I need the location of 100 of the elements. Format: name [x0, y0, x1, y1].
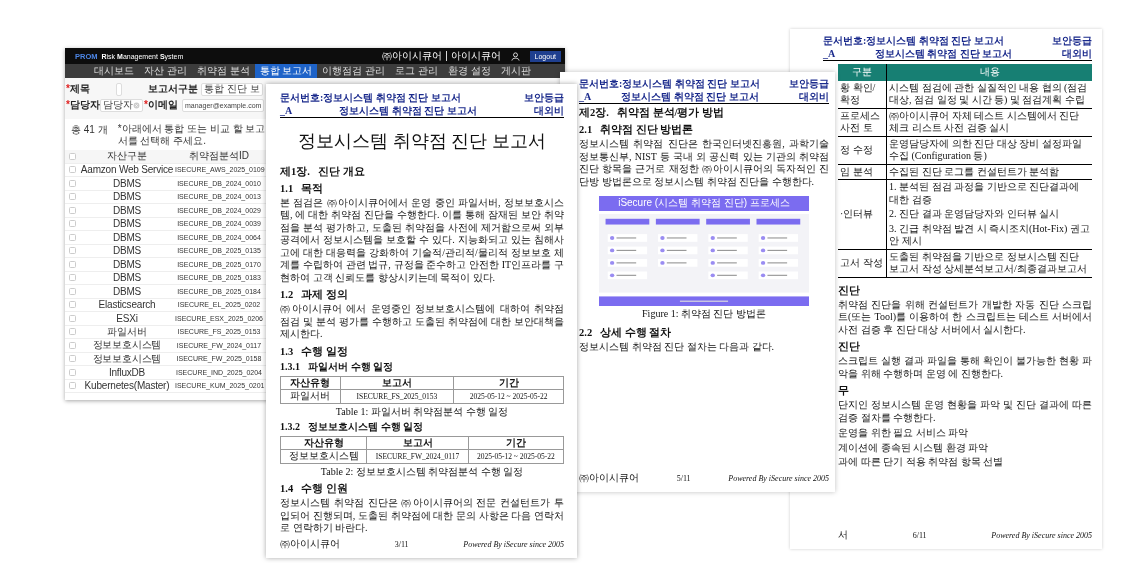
figure-caption: Figure 1: 취약점 진단 방법론 — [642, 307, 766, 321]
row-checkbox[interactable] — [68, 220, 76, 228]
row-checkbox[interactable] — [68, 260, 76, 268]
table-cell-text: 정보보호시스템 — [91, 338, 163, 353]
document-header-title: 정보시스템 취약점 진단 보고서 — [873, 47, 1014, 60]
table-header-cell: 구분 — [838, 64, 887, 81]
select-all-checkbox[interactable] — [68, 152, 76, 160]
document-number: 문서번호:정보시스템 취약점 진단 보고서 — [280, 92, 462, 105]
row-checkbox[interactable] — [68, 274, 76, 282]
table-cell: 고서 작성 — [838, 249, 887, 277]
table-cell: 파일서버 — [280, 389, 341, 403]
page-number: 5/11 — [676, 473, 691, 484]
section-heading: 과제 정의 — [301, 289, 348, 301]
nav-tab[interactable]: 게시판 — [495, 64, 536, 78]
clear-icon[interactable] — [133, 101, 140, 109]
section-heading: 상세 수행 절차 — [600, 327, 672, 339]
paragraph: 정보시스템 취약점 진단은 ㈜아이시큐어의 전문 컨설턴트가 투입되어 진행되며, 도출된 취약점에 대한 문의 사항은 다음 연락처로 연락하기 바란다. — [280, 497, 564, 535]
select-field[interactable]: 통합 진단 보 — [201, 82, 263, 96]
paragraph: 단지인 정보시스템 운영 현황을 파악 및 진단 결과에 따른 검증 절차를 수행한다. — [838, 399, 1092, 425]
table-cell-text: DBMS — [111, 245, 143, 257]
table-cell-text: Kubernetes(Master) — [83, 380, 171, 392]
paragraph: 취약점 진단을 위해 컨설턴트가 개발한 자동 진단 스크립트(또는 Tool)를 이용하여 한 스크립트는 테스트 서버에서 사전 검증 후 진단 대상 서버에서 실시한다. — [838, 298, 1092, 337]
document-title: 정보시스템 취약점 진단 보고서 — [297, 130, 547, 153]
table-cell-text: DBMS — [111, 177, 143, 189]
table-caption: Table 1: 파일서버 취약점분석 수행 일정 — [335, 405, 509, 418]
user-name: ㈜아이시큐어 | 아이시큐어 — [382, 49, 501, 63]
table-header-cell: 자산유형 — [280, 376, 341, 390]
result-count: 총 41 개 — [71, 123, 108, 137]
nav-tab[interactable]: 대시보드 — [89, 64, 139, 78]
table-cell-text: 정보보호시스템 — [91, 351, 163, 366]
section-number: 1.2 — [280, 289, 294, 301]
nav-tab[interactable]: 이행점검 관리 — [317, 64, 391, 78]
footer-company: 서 — [838, 528, 848, 541]
table-cell-text: DBMS — [111, 285, 143, 297]
section-heading: 목적 — [301, 182, 324, 194]
nav-tab[interactable]: 통합 보고서 — [254, 64, 318, 78]
section-heading: 무 — [838, 385, 849, 397]
field-label: *제목 — [66, 82, 91, 96]
table-cell: 임 분석 — [838, 164, 887, 180]
row-checkbox[interactable] — [68, 368, 76, 376]
page-number: 6/11 — [912, 530, 927, 541]
table-cell: 황 확인/확정 — [838, 80, 887, 108]
row-checkbox[interactable] — [68, 179, 76, 187]
table-cell-text: DBMS — [111, 272, 143, 284]
list-item: 과에 따른 단기 적용 취약점 항목 선별 — [838, 456, 1004, 469]
row-checkbox[interactable] — [68, 193, 76, 201]
row-checkbox[interactable] — [68, 247, 76, 255]
list-item: 운영을 위한 필요 서비스 파악 — [838, 427, 969, 440]
row-checkbox[interactable] — [68, 341, 76, 349]
nav-tab[interactable]: 로그 관리 — [390, 64, 443, 78]
document-number-suffix: _A — [823, 47, 836, 60]
input-field[interactable]: 담당자 — [100, 98, 143, 112]
field-label: *담당자 — [66, 98, 101, 112]
paragraph: 본 점검은 ㈜아이시큐어에서 운영 중인 파일서버, 정보보호시스템, 에 대한 취약점 진단을 수행한다. 이를 통해 잠재된 보안 취약점을 분석 평가하고, 도출된 취약점을 사전에 제거함으로써 외부 공격에서 정보시스템을 보호할 수 있다. 지능화되고 있는 침해사고에 대한 대응력을 강화하여 기술적/관리적/물리적 정보보호 체계를 수립하여 관련 법규, 규정을 준수하고 안전한 IT인프라를 구현하여 고객 신뢰도를 향상시키는데 목적이 있다. — [280, 196, 564, 285]
row-checkbox[interactable] — [68, 166, 76, 174]
security-grade-label: 보안등급 — [1052, 35, 1092, 48]
chapter-number: 제1장. — [280, 165, 310, 177]
field-label: *이메일 — [144, 98, 179, 112]
security-grade-label: 보안등급 — [524, 92, 564, 105]
table-cell: 프로세스 사전 토 — [838, 108, 887, 136]
row-checkbox[interactable] — [68, 287, 76, 295]
nav-tab[interactable]: 취약점 분석 — [191, 64, 255, 78]
column-header: 자산구분 — [106, 149, 148, 164]
footer-company: ㈜아이시큐어 — [280, 537, 340, 550]
table-cell-text: ESXi — [115, 312, 139, 324]
table-cell-text: InfluxDB — [107, 366, 147, 378]
document-header-title: 정보시스템 취약점 진단 보고서 — [338, 104, 478, 117]
table-header-cell: 내용 — [886, 64, 1092, 81]
table-cell-text: DBMS — [111, 191, 143, 203]
table-cell-text: 시스템 점검에 관한 실질적인 내용 협의 (점검 대상, 점검 일정 및 시간 등) 및 점검계획 수립 — [889, 81, 1089, 107]
table-cell-text: DBMS — [111, 218, 143, 230]
user-icon[interactable] — [510, 51, 520, 61]
footer-credit: Powered By iSecure since 2005 — [991, 530, 1092, 541]
section-number: 1.3.1 — [280, 361, 300, 372]
section-number: 1.3.2 — [280, 421, 300, 432]
table-cell-text: 1. 분석된 점검 과정을 기반으로 진단결과에 대한 검증 — [889, 181, 1080, 206]
row-checkbox[interactable] — [68, 328, 76, 336]
section-heading: 진단 — [838, 341, 860, 353]
chapter-heading: 진단 개요 — [317, 165, 365, 177]
list-item: 계이션에 종속된 시스템 환경 파악 — [838, 441, 989, 455]
table-cell-text: 운영담당자에 의한 진단 대상 장비 설정파일 수집 (Configuration 등) — [889, 137, 1083, 163]
row-checkbox[interactable] — [68, 233, 76, 241]
document-number-suffix: _A — [280, 104, 293, 117]
chapter-heading: 취약점 분석/평가 방법 — [616, 107, 725, 118]
row-checkbox[interactable] — [68, 301, 76, 309]
row-checkbox[interactable] — [68, 314, 76, 322]
row-checkbox[interactable] — [68, 206, 76, 214]
paragraph: 정보시스템 취약점 진단은 한국인터넷진흥원, 과학기술정보통신부, NIST 등 국내 외 공신력 있는 기관의 취약점 진단 항목을 근거로 재정한 ㈜아이시큐어의 독자적인 진단방 방법론으로 정보시스템 취약점 진단을 수행한다. — [579, 138, 829, 189]
row-checkbox[interactable] — [68, 355, 76, 363]
hint-text: *아래에서 통합 또는 비교 할 보고서를 선택해 주세요. — [117, 123, 266, 147]
footer-credit: Powered By iSecure since 2005 — [728, 473, 829, 484]
security-grade: 대외비 — [798, 90, 829, 103]
input-field[interactable] — [116, 82, 122, 96]
section-number: 1.4 — [280, 483, 294, 494]
nav-tab[interactable]: 환경 설정 — [442, 64, 496, 78]
table-cell-text: ㈜아이시큐어 자체 테스트 시스템에서 진단 체크 리스트 사전 검증 실시 — [889, 109, 1080, 135]
row-checkbox[interactable] — [68, 382, 76, 390]
section-heading: 수행 일정 — [301, 345, 348, 357]
nav-tab[interactable]: 자산 관리 — [139, 64, 192, 78]
section-number: 1.3 — [280, 345, 294, 357]
